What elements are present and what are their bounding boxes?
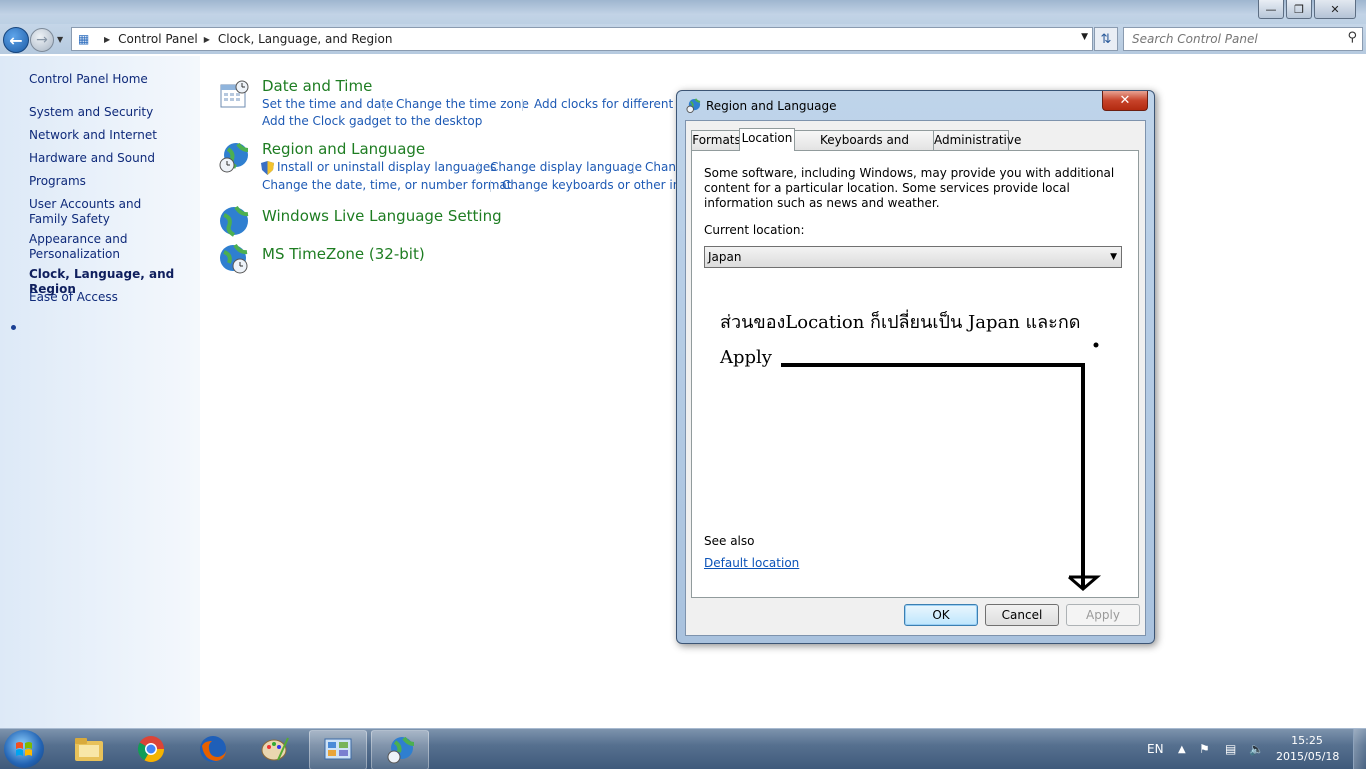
sidebar-item-control-panel-home[interactable]: Control Panel Home — [29, 72, 194, 87]
close-icon[interactable]: ✕ — [1314, 0, 1356, 19]
default-location-link[interactable]: Default location — [704, 556, 799, 570]
install-display-languages-link[interactable]: Install or uninstall display languages — [277, 160, 497, 174]
windows-logo-icon — [16, 742, 32, 756]
see-also-label: See also — [704, 534, 755, 548]
window-titlebar: — ❐ ✕ — [0, 0, 1366, 24]
breadcrumb-clock-language-region[interactable]: Clock, Language, and Region — [218, 32, 393, 46]
sidebar-item-user-accounts[interactable]: User Accounts and Family Safety — [29, 197, 174, 227]
annotation-arrow — [781, 342, 1102, 591]
dialog-body: Formats Location Keyboards and Languages… — [685, 120, 1146, 636]
start-button[interactable] — [4, 730, 44, 768]
task-separator — [522, 99, 523, 111]
search-icon[interactable]: ⚲ — [1347, 30, 1357, 45]
region-language-title[interactable]: Region and Language — [262, 140, 425, 158]
current-location-value: Japan — [708, 250, 742, 264]
current-item-bullet — [11, 325, 16, 330]
calendar-clock-icon — [220, 80, 249, 108]
change-keyboards-link[interactable]: Change keyboards or other input — [502, 178, 700, 192]
dialog-title: Region and Language — [706, 99, 837, 113]
volume-icon[interactable]: 🔈 — [1249, 729, 1264, 769]
file-explorer-icon[interactable] — [61, 730, 117, 768]
address-bar[interactable]: ▦ ▶ Control Panel ▶ Clock, Language, and… — [71, 27, 1093, 51]
tab-administrative[interactable]: Administrative — [933, 130, 1021, 150]
breadcrumb-control-panel[interactable]: Control Panel — [118, 32, 198, 46]
address-dropdown-icon[interactable]: ▼ — [1081, 32, 1088, 42]
control-panel-icon[interactable] — [309, 730, 367, 770]
search-input[interactable] — [1130, 28, 1334, 50]
action-center-flag-icon[interactable]: ⚑ — [1199, 729, 1210, 769]
restore-icon[interactable]: ❐ — [1286, 0, 1312, 19]
date-time-title[interactable]: Date and Time — [262, 77, 372, 95]
breadcrumb-arrow-icon: ▶ — [203, 34, 210, 44]
minimize-icon[interactable]: — — [1258, 0, 1284, 19]
tab-location[interactable]: Location — [739, 128, 795, 151]
task-separator — [384, 99, 385, 111]
annotation-text-line1: ส่วนของLocation ก็เปลี่ยนเป็น Japan และก… — [720, 312, 1081, 333]
close-icon[interactable]: ✕ — [1102, 91, 1148, 111]
firefox-icon[interactable] — [185, 730, 241, 768]
recent-pages-chevron-icon[interactable]: ▼ — [57, 35, 63, 44]
region-language-dialog: Region and Language ✕ Formats Location K… — [676, 90, 1155, 644]
globe-clock-icon — [219, 142, 249, 173]
control-panel-icon: ▦ — [78, 32, 90, 46]
sidebar: Control Panel Home System and Security N… — [0, 56, 200, 728]
show-hidden-icons-chevron-icon[interactable]: ▲ — [1178, 729, 1186, 769]
system-clock[interactable]: 15:25 2015/05/18 — [1276, 733, 1340, 765]
refresh-button[interactable]: ⇅ — [1094, 27, 1118, 51]
task-separator — [490, 180, 491, 192]
chrome-icon[interactable] — [123, 730, 179, 768]
location-description: Some software, including Windows, may pr… — [704, 166, 1115, 210]
shield-icon — [261, 161, 274, 175]
show-desktop-button[interactable] — [1353, 729, 1366, 769]
sidebar-item-programs[interactable]: Programs — [29, 174, 194, 189]
forward-button[interactable]: → — [30, 28, 54, 52]
language-indicator[interactable]: EN — [1147, 729, 1164, 769]
task-separator — [478, 162, 479, 174]
chevron-down-icon: ▼ — [1110, 252, 1117, 262]
cancel-button[interactable]: Cancel — [985, 604, 1059, 626]
search-box[interactable]: ⚲ — [1123, 27, 1363, 51]
annotation-text-line2: Apply — [720, 347, 772, 368]
change-time-zone-link[interactable]: Change the time zone — [396, 97, 529, 111]
sidebar-item-ease-of-access[interactable]: Ease of Access — [29, 290, 194, 305]
location-tab-panel: Some software, including Windows, may pr… — [691, 150, 1139, 598]
globe-clock-icon — [220, 243, 248, 274]
globe-clock-icon — [686, 98, 701, 113]
task-separator — [633, 162, 634, 174]
clock-time: 15:25 — [1291, 734, 1323, 747]
sidebar-item-appearance[interactable]: Appearance and Personalization — [29, 232, 139, 262]
taskbar: EN ▲ ⚑ ▤ 🔈 15:25 2015/05/18 — [0, 728, 1366, 770]
add-clocks-link[interactable]: Add clocks for different tim — [534, 97, 697, 111]
sidebar-item-network-internet[interactable]: Network and Internet — [29, 128, 194, 143]
current-location-label: Current location: — [704, 223, 805, 237]
clock-date: 2015/05/18 — [1276, 750, 1340, 763]
back-button[interactable]: ← — [3, 27, 29, 53]
change-display-language-link[interactable]: Change display language — [490, 160, 642, 174]
paint-icon[interactable] — [247, 730, 303, 768]
add-clock-gadget-link[interactable]: Add the Clock gadget to the desktop — [262, 114, 482, 128]
tab-keyboards-languages[interactable]: Keyboards and Languages — [794, 130, 935, 166]
breadcrumb-arrow-icon: ▶ — [104, 34, 111, 44]
sidebar-item-system-security[interactable]: System and Security — [29, 105, 194, 120]
change-format-link[interactable]: Change the date, time, or number format — [262, 178, 511, 192]
ms-timezone-title[interactable]: MS TimeZone (32-bit) — [262, 245, 425, 263]
set-time-date-link[interactable]: Set the time and date — [262, 97, 393, 111]
current-location-select[interactable]: Japan ▼ — [704, 246, 1122, 268]
sidebar-item-hardware-sound[interactable]: Hardware and Sound — [29, 151, 194, 166]
globe-icon — [220, 205, 249, 237]
network-icon[interactable]: ▤ — [1225, 729, 1236, 769]
windows-live-language-title[interactable]: Windows Live Language Setting — [262, 207, 502, 225]
tab-formats[interactable]: Formats — [691, 130, 742, 150]
region-language-icon[interactable] — [371, 730, 429, 770]
navigation-bar: ← → ▼ ▦ ▶ Control Panel ▶ Clock, Languag… — [0, 24, 1366, 54]
apply-button[interactable]: Apply — [1066, 604, 1140, 626]
ok-button[interactable]: OK — [904, 604, 978, 626]
